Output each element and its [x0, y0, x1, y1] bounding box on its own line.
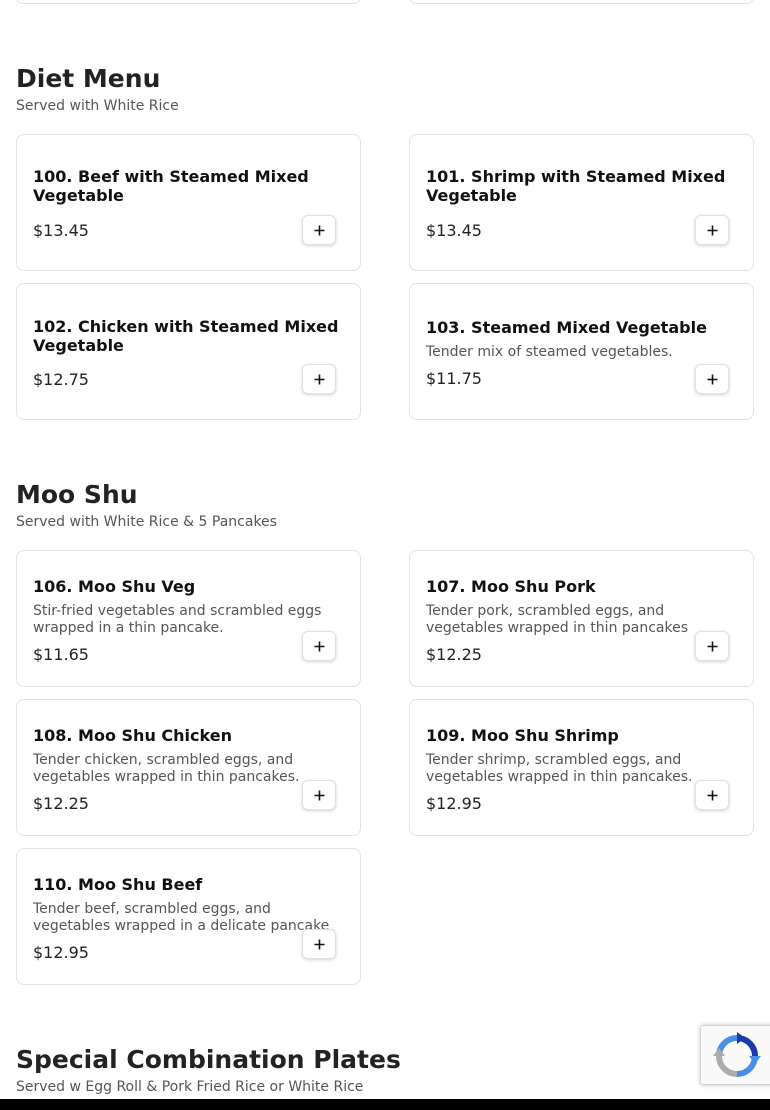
item-title: 109. Moo Shu Shrimp [426, 726, 619, 745]
section-title: Diet Menu [16, 64, 161, 93]
menu-item-card[interactable]: 106. Moo Shu Veg Stir-fried vegetables a… [16, 550, 361, 687]
plus-icon [314, 790, 324, 800]
item-description: Tender chicken, scrambled eggs, and vege… [33, 752, 300, 785]
menu-item-card[interactable]: 103. Steamed Mixed Vegetable Tender mix … [409, 283, 754, 420]
menu-item-card[interactable]: 102. Chicken with Steamed Mixed Vegetabl… [16, 283, 361, 420]
menu-item-card[interactable]: 110. Moo Shu Beef Tender beef, scrambled… [16, 848, 361, 985]
add-to-cart-button[interactable] [302, 631, 336, 661]
item-price: $12.95 [426, 794, 482, 813]
item-price: $11.65 [33, 645, 89, 664]
item-title: 103. Steamed Mixed Vegetable [426, 318, 707, 337]
item-price: $12.75 [33, 370, 89, 389]
item-title-line: Vegetable [33, 186, 124, 205]
plus-icon [314, 939, 324, 949]
add-to-cart-button[interactable] [695, 215, 729, 245]
item-title: 110. Moo Shu Beef [33, 875, 203, 894]
item-price: $12.25 [33, 794, 89, 813]
section-subtitle: Served w Egg Roll & Pork Fried Rice or W… [16, 1079, 364, 1095]
menu-item-card[interactable]: 107. Moo Shu Pork Tender pork, scrambled… [409, 550, 754, 687]
add-to-cart-button[interactable] [695, 780, 729, 810]
item-title: 100. Beef with Steamed Mixed Vegetable [33, 167, 345, 205]
item-title: 108. Moo Shu Chicken [33, 726, 232, 745]
item-title-line: Vegetable [33, 336, 124, 355]
plus-icon [707, 374, 717, 384]
plus-icon [707, 790, 717, 800]
item-title-line: 102. Chicken with Steamed Mixed [33, 317, 339, 336]
menu-card [409, 0, 754, 4]
item-description: Stir-fried vegetables and scrambled eggs… [33, 603, 322, 636]
add-to-cart-button[interactable] [302, 364, 336, 394]
item-description: Tender beef, scrambled eggs, and vegetab… [33, 901, 330, 934]
menu-item-card[interactable]: 108. Moo Shu Chicken Tender chicken, scr… [16, 699, 361, 836]
section-title: Special Combination Plates [16, 1045, 401, 1074]
plus-icon [707, 641, 717, 651]
menu-item-card[interactable]: 100. Beef with Steamed Mixed Vegetable $… [16, 134, 361, 271]
section-title: Moo Shu [16, 480, 138, 509]
item-price: $12.95 [33, 943, 89, 962]
plus-icon [314, 641, 324, 651]
plus-icon [314, 374, 324, 384]
item-description: Tender pork, scrambled eggs, and vegetab… [426, 603, 689, 636]
item-description: Tender shrimp, scrambled eggs, and veget… [426, 752, 693, 785]
menu-item-card[interactable]: 101. Shrimp with Steamed Mixed Vegetable… [409, 134, 754, 271]
add-to-cart-button[interactable] [302, 929, 336, 959]
add-to-cart-button[interactable] [302, 215, 336, 245]
add-to-cart-button[interactable] [695, 364, 729, 394]
item-title: 102. Chicken with Steamed Mixed Vegetabl… [33, 317, 345, 355]
section-subtitle: Served with White Rice & 5 Pancakes [16, 514, 277, 530]
menu-item-card[interactable]: 109. Moo Shu Shrimp Tender shrimp, scram… [409, 699, 754, 836]
plus-icon [314, 225, 324, 235]
plus-icon [707, 225, 717, 235]
item-title: 107. Moo Shu Pork [426, 577, 596, 596]
item-title: 101. Shrimp with Steamed Mixed Vegetable [426, 167, 738, 205]
bottom-bar [0, 1099, 770, 1110]
add-to-cart-button[interactable] [302, 780, 336, 810]
item-price: $11.75 [426, 369, 482, 388]
item-price: $13.45 [426, 221, 482, 240]
recaptcha-logo [713, 1032, 761, 1077]
add-to-cart-button[interactable] [695, 631, 729, 661]
menu-card [16, 0, 361, 4]
item-title-line: 101. Shrimp with Steamed Mixed [426, 167, 726, 186]
item-price: $12.25 [426, 645, 482, 664]
item-price: $13.45 [33, 221, 89, 240]
recaptcha-badge[interactable] [700, 1025, 770, 1085]
item-title-line: Vegetable [426, 186, 517, 205]
section-subtitle: Served with White Rice [16, 98, 179, 114]
item-title-line: 100. Beef with Steamed Mixed [33, 167, 309, 186]
item-title: 106. Moo Shu Veg [33, 577, 196, 596]
